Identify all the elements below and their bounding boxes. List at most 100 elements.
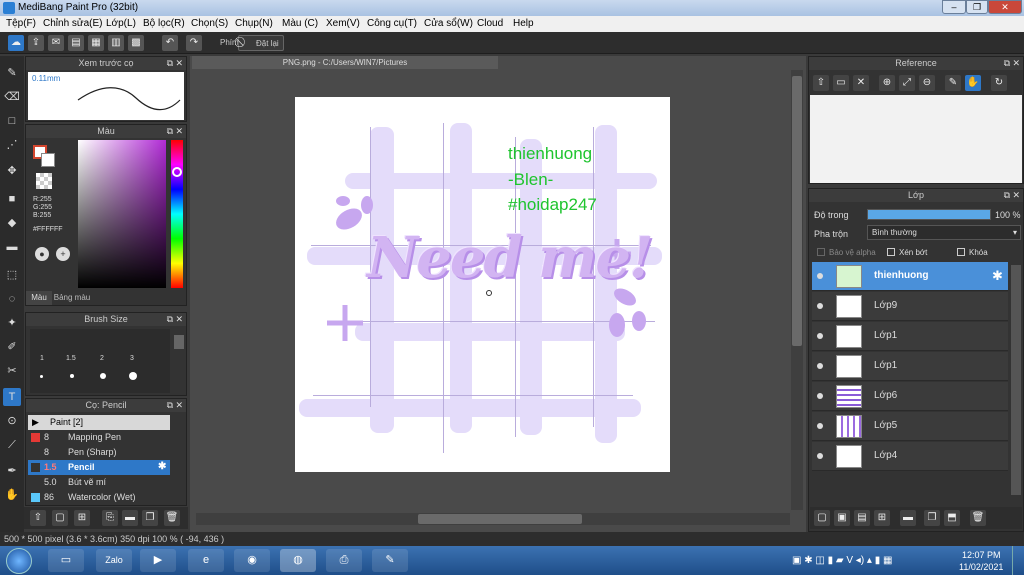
add-layer-menu-icon[interactable]: ⊞ [874, 510, 890, 526]
lasso-tool-icon[interactable]: ◌ [3, 290, 21, 308]
eraser-tool-icon[interactable]: ⌫ [3, 88, 21, 106]
size-dot[interactable] [129, 372, 137, 380]
size-dot[interactable] [100, 373, 106, 379]
saturation-picker[interactable] [78, 140, 166, 288]
operation-tool-icon[interactable]: ⊙ [3, 412, 21, 430]
bucket-tool-icon[interactable]: ◆ [3, 214, 21, 232]
reset-button[interactable]: ⃠ Đặt lại [238, 35, 284, 51]
layer-scrollbar[interactable] [1011, 265, 1021, 495]
eye-icon[interactable] [817, 453, 823, 459]
reference-view[interactable] [810, 95, 1022, 183]
menu-color[interactable]: Màu (C) [282, 18, 318, 29]
menu-file[interactable]: Tệp(F) [6, 18, 36, 29]
select-eraser-icon[interactable]: ✂ [3, 362, 21, 380]
cloud-icon[interactable]: ☁ [8, 35, 24, 51]
fill-rect-icon[interactable]: ■ [3, 190, 21, 208]
tray-icons[interactable]: ▣ ✱ ◫ ▮ ▰ V ◂) ▴ ▮ ▦ [792, 555, 892, 566]
menu-view[interactable]: Xem(V) [326, 18, 360, 29]
comment-icon[interactable]: ✉ [48, 35, 64, 51]
upload-icon[interactable]: ⇧ [30, 510, 46, 526]
eye-icon[interactable] [817, 333, 823, 339]
close-icon[interactable]: ✕ [175, 125, 183, 138]
float-icon[interactable]: ⧉ [167, 399, 173, 412]
palette-add-icon[interactable]: + [56, 247, 70, 261]
share-icon[interactable]: ⇪ [28, 35, 44, 51]
text-tool-icon[interactable]: T [3, 388, 21, 406]
close-button[interactable]: ✕ [988, 0, 1022, 14]
close-icon[interactable]: ✕ [853, 75, 869, 91]
brush-tool-icon[interactable]: ✎ [3, 64, 21, 82]
grid-icon[interactable]: ▥ [108, 35, 124, 51]
folder-icon[interactable]: ▬ [122, 510, 138, 526]
new-layer-icon[interactable]: ▢ [814, 510, 830, 526]
layer-row[interactable]: Lớp4 [812, 442, 1008, 471]
lock-checkbox[interactable] [957, 248, 965, 256]
new-8bit-layer-icon[interactable]: ▤ [854, 510, 870, 526]
close-icon[interactable]: ✕ [175, 399, 183, 412]
trash-icon[interactable]: 🗑 [970, 510, 986, 526]
select-tool-icon[interactable]: ⬚ [3, 266, 21, 284]
canvas-paper[interactable]: Need me! thienhuong -Blen- #hoidap247 [295, 97, 670, 472]
hue-handle[interactable] [172, 167, 182, 177]
brush-item-selected[interactable]: 1.5 Pencil ✱ [28, 460, 170, 475]
start-button[interactable] [6, 548, 32, 574]
float-icon[interactable]: ⧉ [1004, 57, 1010, 70]
layer-row[interactable]: Lớp1 [812, 352, 1008, 381]
size-option[interactable]: 3 [130, 355, 134, 362]
horizontal-scrollbar[interactable] [196, 513, 790, 525]
brush-item[interactable]: 8 Pen (Sharp) [28, 445, 170, 460]
float-icon[interactable]: ⧉ [1004, 189, 1010, 202]
add-brush-icon[interactable]: ⊞ [74, 510, 90, 526]
layer-row[interactable]: Lớp9 [812, 292, 1008, 321]
zoom-out-icon[interactable]: ⊖ [919, 75, 935, 91]
layer-row[interactable]: Lớp5 [812, 412, 1008, 441]
menu-tools[interactable]: Công cụ(T) [367, 18, 417, 29]
menu-filter[interactable]: Bộ lọc(R) [143, 18, 185, 29]
select-pen-icon[interactable]: ✐ [3, 338, 21, 356]
menu-select[interactable]: Chọn(S) [191, 18, 228, 29]
doc-icon[interactable]: ▦ [88, 35, 104, 51]
tab-palette[interactable]: Bảng màu [52, 291, 92, 305]
folder-icon[interactable]: ▬ [900, 510, 916, 526]
move-tool-icon[interactable]: ✥ [3, 162, 21, 180]
size-option[interactable]: 2 [100, 355, 104, 362]
eye-icon[interactable] [817, 303, 823, 309]
brush-item[interactable]: 86 Watercolor (Wet) [28, 490, 170, 505]
close-icon[interactable]: ✕ [175, 313, 183, 326]
pdf-icon[interactable]: ⎙ [326, 549, 362, 572]
scroll-thumb[interactable] [418, 514, 582, 524]
close-icon[interactable]: ✕ [175, 57, 183, 70]
blend-select[interactable]: Bình thường ▾ [867, 225, 1021, 240]
menu-snap[interactable]: Chụp(N) [235, 18, 273, 29]
zalo-icon[interactable]: Zalo [96, 549, 132, 572]
hue-slider[interactable] [171, 140, 183, 288]
transparent-swatch[interactable] [36, 173, 52, 189]
media-player-icon[interactable]: ▶ [140, 549, 176, 572]
gear-icon[interactable]: ✱ [992, 268, 1003, 284]
eye-icon[interactable] [817, 423, 823, 429]
menu-edit[interactable]: Chỉnh sửa(E) [43, 18, 103, 29]
eye-icon[interactable] [817, 363, 823, 369]
cloud-upload-icon[interactable]: ⇧ [813, 75, 829, 91]
dot-tool-icon[interactable]: ⋰ [3, 136, 21, 154]
rect-tool-icon[interactable]: □ [3, 112, 21, 130]
menu-cloud[interactable]: Cloud [477, 18, 503, 29]
clock-date[interactable]: 11/02/2021 [959, 562, 1003, 572]
ie-icon[interactable]: e [188, 549, 224, 572]
hand-tool-icon[interactable]: ✋ [3, 486, 21, 504]
page-icon[interactable]: ▤ [68, 35, 84, 51]
gradient-tool-icon[interactable]: ▬ [3, 238, 21, 256]
merge-layer-icon[interactable]: ⬒ [944, 510, 960, 526]
eyedropper-tool-icon[interactable]: ⟋ [3, 436, 21, 454]
duplicate-icon[interactable]: ❐ [142, 510, 158, 526]
size-option[interactable]: 1 [40, 355, 44, 362]
vertical-scrollbar[interactable] [791, 70, 803, 510]
pen-tool-icon[interactable]: ✒ [3, 462, 21, 480]
menu-window[interactable]: Cửa sổ(W) [424, 18, 473, 29]
brush-item[interactable]: 5.0 Bút vẽ mí [28, 475, 170, 490]
duplicate-layer-icon[interactable]: ❐ [924, 510, 940, 526]
clock-time[interactable]: 12:07 PM [962, 550, 1001, 560]
magic-wand-icon[interactable]: ✦ [3, 314, 21, 332]
show-desktop-button[interactable] [1012, 546, 1024, 575]
explorer-icon[interactable]: ▭ [48, 549, 84, 572]
